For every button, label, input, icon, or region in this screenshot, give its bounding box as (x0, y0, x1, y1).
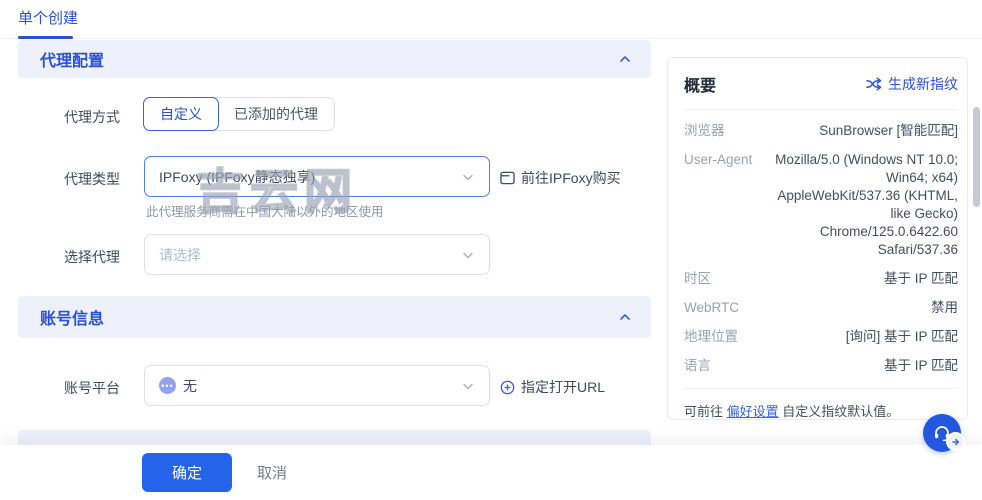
generate-fingerprint-button[interactable]: 生成新指纹 (866, 74, 958, 94)
buy-ipfoxy-link[interactable]: 前往IPFoxy购买 (500, 168, 621, 188)
section-header-proxy-config[interactable]: 代理配置 (18, 40, 651, 78)
account-platform-label: 账号平台 (64, 380, 120, 396)
summary-row-webrtc: WebRTC 禁用 (684, 299, 958, 317)
divider (684, 109, 958, 110)
summary-value: [询问] 基于 IP 匹配 (845, 329, 958, 344)
account-platform-select[interactable]: ••• 无 (144, 365, 490, 406)
proxy-type-hint: 此代理服务商需在中国大陆以外的地区使用 (146, 205, 384, 219)
section-header-account-info[interactable]: 账号信息 (18, 296, 651, 338)
shuffle-icon (866, 77, 882, 91)
plus-circle-icon (500, 380, 515, 394)
chevron-down-icon (463, 252, 473, 258)
summary-value: 禁用 (931, 300, 958, 315)
proxy-type-label: 代理类型 (64, 171, 120, 187)
choose-proxy-label: 选择代理 (64, 249, 120, 265)
buy-ipfoxy-link-text: 前往IPFoxy购买 (521, 170, 621, 186)
chevron-up-icon (620, 56, 630, 62)
summary-label: 浏览器 (684, 123, 725, 138)
specify-open-url-link[interactable]: 指定打开URL (500, 377, 605, 397)
summary-value: 基于 IP 匹配 (883, 358, 958, 373)
proxy-method-option-custom[interactable]: 自定义 (143, 97, 219, 131)
summary-row-timezone: 时区 基于 IP 匹配 (684, 270, 958, 288)
section-title-proxy-config: 代理配置 (40, 53, 105, 70)
expand-arrow-badge[interactable] (946, 432, 965, 451)
section-header-clipped (18, 430, 651, 446)
summary-label: User-Agent (684, 152, 753, 167)
summary-note: 可前往 偏好设置 自定义指纹默认值。 (684, 401, 958, 420)
confirm-button[interactable]: 确定 (142, 453, 232, 492)
divider (684, 388, 958, 389)
summary-row-geolocation: 地理位置 [询问] 基于 IP 匹配 (684, 328, 958, 346)
proxy-method-label: 代理方式 (64, 109, 120, 125)
summary-value: SunBrowser [智能匹配] (819, 123, 958, 138)
browser-window-icon (500, 171, 515, 185)
platform-none-icon: ••• (159, 377, 176, 394)
summary-title: 概要 (684, 78, 717, 95)
chevron-up-icon (620, 314, 630, 320)
proxy-type-value: IPFoxy (IPFoxy静态独享) (159, 168, 316, 185)
chevron-down-icon (463, 174, 473, 180)
summary-value: Mozilla/5.0 (Windows NT 10.0; Win64; x64… (775, 152, 958, 257)
summary-row-user-agent: User-Agent Mozilla/5.0 (Windows NT 10.0;… (684, 151, 958, 259)
arrow-right-icon (951, 438, 959, 445)
chevron-down-icon (463, 383, 473, 389)
section-title-account-info: 账号信息 (40, 311, 105, 328)
tab-bar: 单个创建 (0, 0, 982, 39)
tab-single-create[interactable]: 单个创建 (18, 7, 78, 28)
proxy-type-select[interactable]: IPFoxy (IPFoxy静态独享) (144, 156, 490, 197)
summary-label: WebRTC (684, 300, 740, 315)
summary-label: 地理位置 (684, 329, 738, 344)
summary-label: 时区 (684, 271, 711, 286)
tab-active-underline (18, 36, 73, 39)
choose-proxy-select[interactable]: 请选择 (144, 234, 490, 275)
specify-open-url-text: 指定打开URL (521, 379, 606, 395)
summary-row-browser: 浏览器 SunBrowser [智能匹配] (684, 122, 958, 140)
footer-action-bar: 确定 取消 (0, 445, 982, 500)
vertical-scrollbar[interactable] (973, 107, 980, 207)
summary-panel: 概要 生成新指纹 浏览器 SunBrowser [智能匹配] User-Agen… (667, 57, 968, 420)
choose-proxy-placeholder: 请选择 (159, 246, 201, 263)
cancel-button[interactable]: 取消 (250, 453, 294, 492)
proxy-method-option-added[interactable]: 已添加的代理 (218, 98, 334, 130)
summary-label: 语言 (684, 358, 711, 373)
summary-row-language: 语言 基于 IP 匹配 (684, 357, 958, 375)
note-prefix: 可前往 (684, 404, 727, 419)
proxy-method-segmented-control: 自定义 已添加的代理 (143, 97, 335, 131)
preferences-link[interactable]: 偏好设置 (727, 404, 779, 419)
account-platform-value: 无 (183, 377, 197, 394)
generate-fingerprint-label: 生成新指纹 (888, 76, 958, 92)
summary-value: 基于 IP 匹配 (883, 271, 958, 286)
note-suffix: 自定义指纹默认值。 (778, 404, 900, 419)
